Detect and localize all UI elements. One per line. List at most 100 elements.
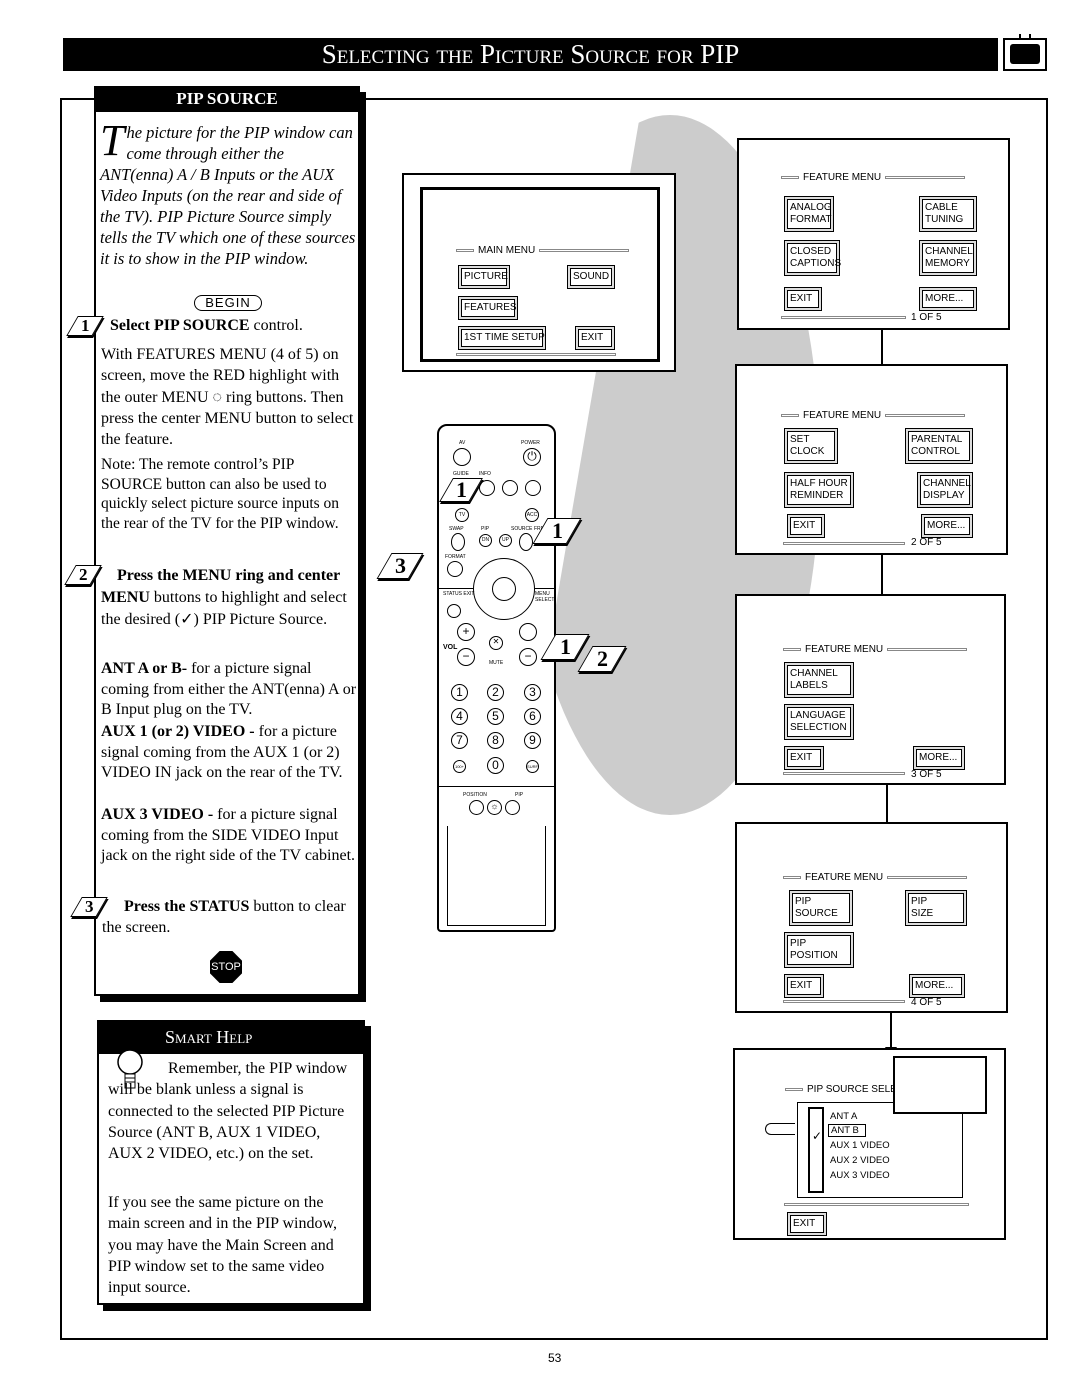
- option-aux3-video[interactable]: AUX 3 VIDEO: [830, 1170, 890, 1181]
- exit-item[interactable]: EXIT: [784, 287, 822, 311]
- menu-sound[interactable]: SOUND: [567, 265, 615, 289]
- menu-features[interactable]: FEATURES: [458, 296, 518, 320]
- pip-position-item[interactable]: PIP POSITION: [784, 932, 854, 968]
- digit-0-button[interactable]: 0: [487, 757, 504, 774]
- more-item[interactable]: MORE...: [909, 974, 965, 998]
- more-item[interactable]: MORE...: [921, 514, 973, 538]
- digit-6-button[interactable]: 6: [524, 708, 541, 725]
- digit-2-button[interactable]: 2: [487, 684, 504, 701]
- pip-source-header: PIP SOURCE: [94, 86, 360, 112]
- feature-menu-screen-2: FEATURE MENU SET CLOCK PARENTAL CONTROL …: [735, 364, 1008, 555]
- step-1-rest: control.: [249, 317, 303, 334]
- ch-down-button[interactable]: −: [519, 648, 537, 666]
- pip-ch-up-button[interactable]: UP: [499, 534, 512, 547]
- intro-text: The picture for the PIP window can come …: [100, 116, 356, 269]
- pip-position-left-button[interactable]: [469, 800, 484, 815]
- pip-window: [893, 1056, 987, 1114]
- page-title: Selecting the Picture Source for PIP: [63, 38, 998, 71]
- pip-ch-down-button[interactable]: DN: [479, 534, 492, 547]
- pointing-hand-icon: [765, 1123, 795, 1135]
- menu-1st-time-setup[interactable]: 1ST TIME SETUP: [458, 326, 546, 350]
- button-a[interactable]: [502, 480, 518, 496]
- more-item[interactable]: MORE...: [913, 746, 965, 770]
- menu-center-button[interactable]: [492, 577, 516, 601]
- digit-7-button[interactable]: 7: [451, 732, 468, 749]
- page-number: 53: [548, 1351, 562, 1365]
- feature-menu-screen-1: FEATURE MENU ANALOG FORMAT CABLE TUNING …: [737, 138, 1010, 330]
- ant-description: ANT A or B- for a picture signal coming …: [101, 660, 357, 718]
- parental-control-item[interactable]: PARENTAL CONTROL: [905, 428, 973, 464]
- option-aux1-video[interactable]: AUX 1 VIDEO: [830, 1140, 890, 1151]
- feature-menu-screen-4: FEATURE MENU PIP SOURCE PIP SIZE PIP POS…: [735, 822, 1008, 1013]
- cable-tuning-item[interactable]: CABLE TUNING: [919, 196, 977, 232]
- acc-button[interactable]: ACC: [525, 508, 539, 522]
- feature-menu-screen-3: FEATURE MENU CHANNEL LABELS LANGUAGE SEL…: [735, 594, 1006, 785]
- option-aux2-video[interactable]: AUX 2 VIDEO: [830, 1155, 890, 1166]
- digit-4-button[interactable]: 4: [451, 708, 468, 725]
- exit-item[interactable]: EXIT: [787, 1212, 827, 1236]
- intro-body: he picture for the PIP window can come t…: [100, 123, 356, 268]
- smart-help-p2: If you see the same picture on the main …: [108, 1194, 337, 1297]
- pip-size-item[interactable]: PIP SIZE: [905, 890, 967, 926]
- menu-picture[interactable]: PICTURE: [458, 265, 510, 289]
- channel-display-item[interactable]: CHANNEL DISPLAY: [917, 472, 973, 508]
- 100-plus-button[interactable]: 100+: [453, 760, 466, 773]
- note-text: Note: The remote control’s PIP SOURCE bu…: [101, 456, 340, 532]
- drop-cap: T: [100, 116, 125, 165]
- format-button[interactable]: [447, 561, 463, 577]
- option-ant-a[interactable]: ANT A: [830, 1111, 857, 1122]
- channel-labels-item[interactable]: CHANNEL LABELS: [784, 662, 854, 698]
- mute-button[interactable]: ✕: [489, 636, 503, 650]
- step-3-heading: 3: [70, 897, 108, 917]
- smart-help-p1: Remember, the PIP window will be blank u…: [108, 1060, 348, 1163]
- info-button[interactable]: [479, 480, 495, 496]
- tv-icon: [1003, 34, 1047, 71]
- swap-button[interactable]: [451, 533, 465, 551]
- ch-up-button[interactable]: [519, 623, 537, 641]
- channel-memory-item[interactable]: CHANNEL MEMORY: [919, 240, 977, 276]
- vol-down-button[interactable]: −: [457, 648, 475, 666]
- analog-format-item[interactable]: ANALOG FORMAT: [784, 196, 834, 232]
- button-b[interactable]: [525, 480, 541, 496]
- pip-button[interactable]: ☼: [487, 800, 502, 815]
- exit-item[interactable]: EXIT: [784, 974, 824, 998]
- vol-up-button[interactable]: +: [457, 623, 475, 641]
- exit-item[interactable]: EXIT: [787, 514, 825, 538]
- step-1-bold: Select PIP SOURCE: [110, 317, 250, 334]
- menu-exit[interactable]: EXIT: [575, 326, 615, 350]
- digit-5-button[interactable]: 5: [487, 708, 504, 725]
- language-selection-item[interactable]: LANGUAGE SELECTION: [784, 704, 854, 740]
- power-button[interactable]: ⏻: [523, 448, 541, 466]
- down-arrow: [885, 1013, 897, 1057]
- set-clock-item[interactable]: SET CLOCK: [784, 428, 838, 464]
- step-2-heading: 2: [64, 565, 102, 585]
- aux12-description: AUX 1 (or 2) VIDEO - for a picture signa…: [101, 723, 343, 781]
- more-item[interactable]: MORE...: [919, 287, 977, 311]
- check-icon: ✓: [812, 1129, 823, 1143]
- pip-source-select-screen: PIP SOURCE SELECT ✓ ANT A ANT B AUX 1 VI…: [733, 1048, 1006, 1240]
- pip-source-item[interactable]: PIP SOURCE: [789, 890, 853, 926]
- tv-button[interactable]: TV: [455, 508, 469, 522]
- step-1-heading: 1 Select PIP SOURCE control.: [66, 316, 303, 336]
- closed-captions-item[interactable]: CLOSED CAPTIONS: [784, 240, 841, 276]
- step-1-diamond: 1: [66, 316, 104, 336]
- pip-source-option-list: ✓ ANT A ANT B AUX 1 VIDEO AUX 2 VIDEO AU…: [797, 1102, 963, 1198]
- tv-screen-main-menu: MAIN MENU PICTURE SOUND FEATURES 1ST TIM…: [402, 173, 676, 372]
- status-exit-button[interactable]: [447, 604, 461, 618]
- surf-button[interactable]: SURF: [526, 760, 539, 773]
- half-hour-reminder-item[interactable]: HALF HOUR REMINDER: [784, 472, 854, 508]
- option-ant-b[interactable]: ANT B: [828, 1124, 866, 1137]
- begin-badge: BEGIN: [194, 295, 262, 311]
- step-2-body: Press the MENU ring and center MENU butt…: [101, 567, 347, 628]
- digit-1-button[interactable]: 1: [451, 684, 468, 701]
- digit-8-button[interactable]: 8: [487, 732, 504, 749]
- pip-position-right-button[interactable]: [505, 800, 520, 815]
- aux3-description: AUX 3 VIDEO - for a picture signal comin…: [101, 806, 356, 864]
- digit-3-button[interactable]: 3: [524, 684, 541, 701]
- step-1-body: With FEATURES MENU (4 of 5) on screen, m…: [101, 346, 354, 449]
- exit-item[interactable]: EXIT: [784, 746, 824, 770]
- source-button[interactable]: [519, 533, 533, 551]
- av-button[interactable]: [453, 448, 471, 466]
- main-menu-title: MAIN MENU: [478, 245, 536, 256]
- digit-9-button[interactable]: 9: [524, 732, 541, 749]
